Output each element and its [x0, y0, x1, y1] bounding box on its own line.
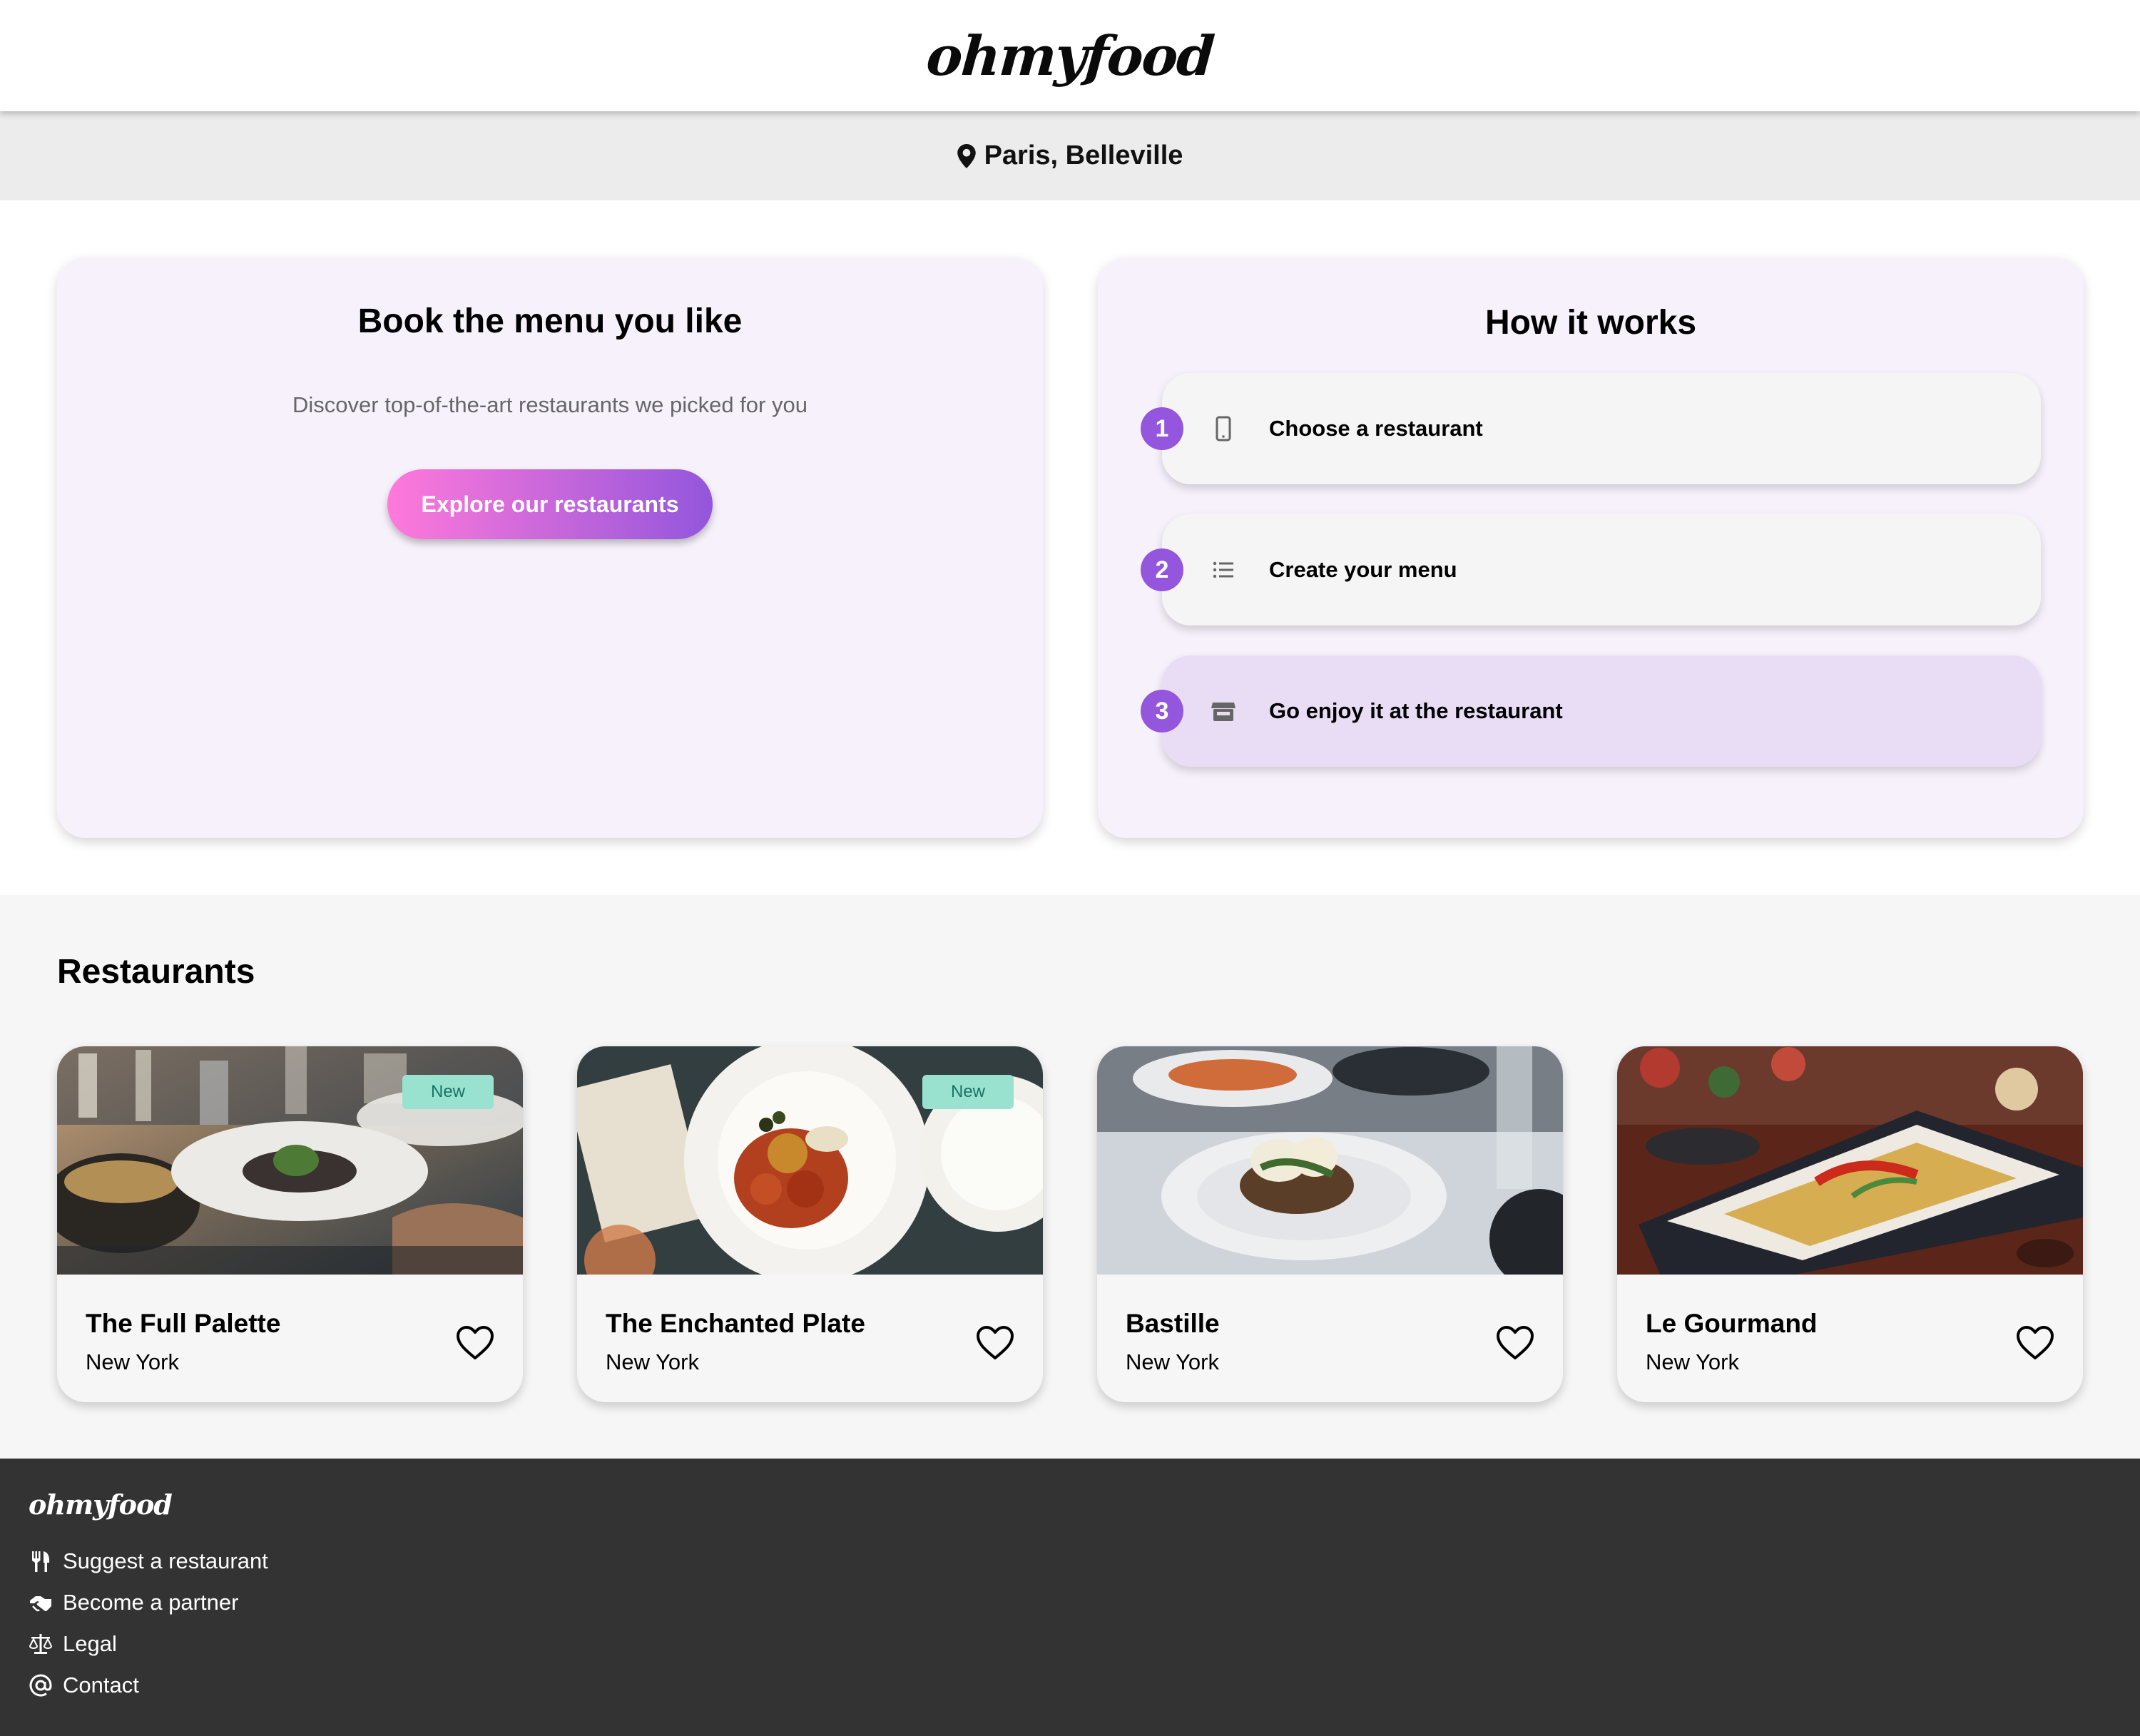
- restaurant-card[interactable]: Bastille New York: [1097, 1046, 1563, 1402]
- book-menu-card: Book the menu you like Discover top-of-t…: [57, 257, 1043, 838]
- footer-link-suggest-restaurant[interactable]: Suggest a restaurant: [29, 1545, 268, 1578]
- restaurant-city: New York: [1126, 1349, 1219, 1374]
- footer-link-label: Suggest a restaurant: [63, 1548, 268, 1573]
- restaurant-name: The Enchanted Plate: [606, 1309, 865, 1338]
- map-pin-icon: [957, 143, 976, 168]
- footer-link-label: Become a partner: [63, 1590, 239, 1615]
- restaurant-name: Le Gourmand: [1646, 1309, 1818, 1338]
- restaurants-title: Restaurants: [57, 953, 255, 991]
- intro-section: Book the menu you like Discover top-of-t…: [0, 200, 2140, 895]
- restaurant-photo: [1617, 1046, 2083, 1275]
- new-badge: New: [402, 1075, 494, 1109]
- footer-link-label: Legal: [63, 1631, 117, 1656]
- footer-logo[interactable]: ohmyfood: [29, 1489, 173, 1521]
- footer-link-label: Contact: [63, 1673, 139, 1697]
- restaurant-city: New York: [606, 1349, 699, 1374]
- step-number-badge: 2: [1141, 548, 1183, 591]
- book-menu-subtitle: Discover top-of-the-art restaurants we p…: [292, 392, 807, 417]
- book-menu-title: Book the menu you like: [357, 302, 743, 340]
- restaurant-card[interactable]: New The Enchanted Plate New York: [577, 1046, 1043, 1402]
- new-badge: New: [922, 1075, 1014, 1109]
- store-icon: [1211, 703, 1235, 721]
- handshake-icon: [30, 1596, 51, 1612]
- step-choose-restaurant[interactable]: 1 Choose a restaurant: [1141, 373, 2041, 484]
- at-sign-icon: [29, 1674, 52, 1697]
- heart-icon[interactable]: [1495, 1325, 1535, 1361]
- restaurant-city: New York: [86, 1349, 179, 1374]
- step-number-badge: 1: [1141, 407, 1183, 450]
- mobile-phone-icon: [1216, 416, 1231, 441]
- location-bar: Paris, Belleville: [0, 111, 2140, 200]
- scale-icon: [29, 1634, 53, 1654]
- footer-link-become-partner[interactable]: Become a partner: [29, 1586, 238, 1619]
- restaurant-card[interactable]: New The Full Palette New York: [57, 1046, 523, 1402]
- restaurant-city: New York: [1646, 1349, 1739, 1374]
- footer-link-legal[interactable]: Legal: [29, 1628, 117, 1660]
- step-enjoy-restaurant[interactable]: 3 Go enjoy it at the restaurant: [1141, 655, 2041, 767]
- site-footer: ohmyfood Suggest a restaurant Become a p…: [0, 1459, 2140, 1736]
- step-create-menu[interactable]: 2 Create your menu: [1141, 514, 2041, 626]
- restaurant-photo: [1097, 1046, 1563, 1275]
- restaurant-name: The Full Palette: [86, 1309, 281, 1338]
- explore-restaurants-button[interactable]: Explore our restaurants: [387, 469, 713, 539]
- step-label: Go enjoy it at the restaurant: [1269, 698, 1563, 723]
- step-number-badge: 3: [1141, 690, 1183, 732]
- how-it-works-title: How it works: [1484, 304, 1697, 342]
- location-text: Paris, Belleville: [984, 141, 1183, 170]
- step-label: Choose a restaurant: [1269, 416, 1483, 441]
- step-label: Create your menu: [1269, 557, 1457, 582]
- utensils-icon: [32, 1551, 50, 1572]
- heart-icon[interactable]: [2015, 1325, 2055, 1361]
- restaurant-name: Bastille: [1126, 1309, 1220, 1338]
- site-header: ohmyfood: [0, 0, 2140, 111]
- site-logo[interactable]: ohmyfood: [924, 24, 1216, 88]
- heart-icon[interactable]: [975, 1325, 1015, 1361]
- heart-icon[interactable]: [455, 1325, 495, 1361]
- how-it-works-card: How it works 1 Choose a restaurant 2 Cre…: [1098, 257, 2084, 838]
- footer-link-contact[interactable]: Contact: [29, 1669, 139, 1702]
- restaurants-section: Restaurants New The Full Palette New Yor…: [0, 895, 2140, 1459]
- restaurant-card[interactable]: Le Gourmand New York: [1617, 1046, 2083, 1402]
- list-icon: [1213, 561, 1233, 578]
